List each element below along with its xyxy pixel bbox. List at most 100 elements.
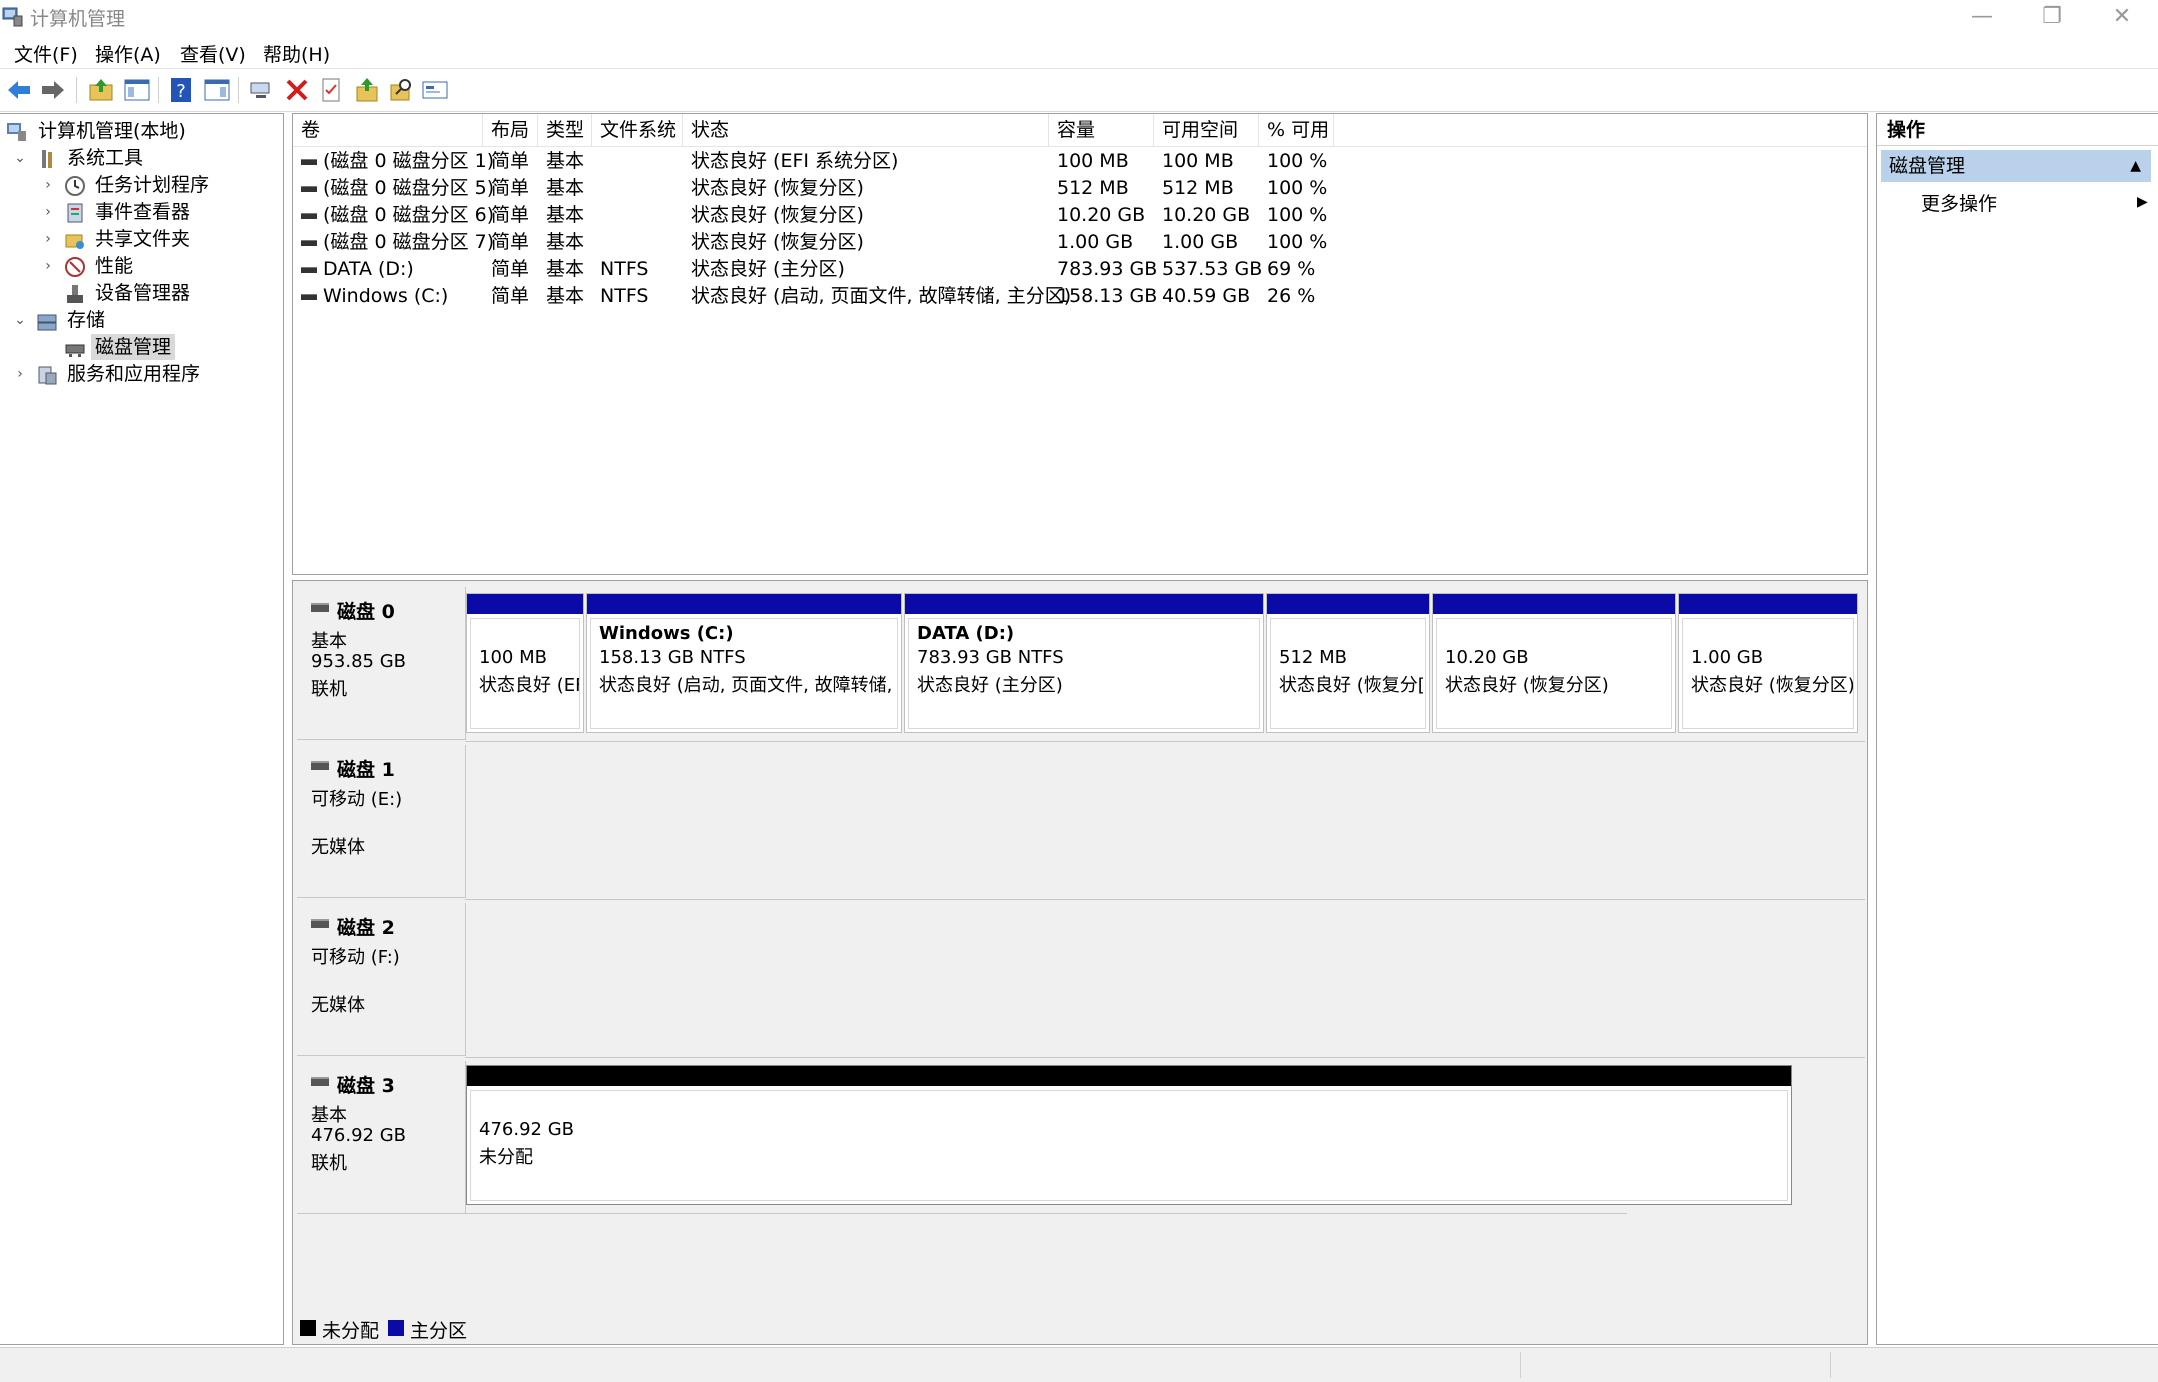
disk-label-1[interactable]: 磁盘 1 可移动 (E:) 无媒体 <box>297 745 466 898</box>
volume-row[interactable]: (磁盘 0 磁盘分区 5) 简单 基本 状态良好 (恢复分区) 512 MB 512 MB… <box>293 175 1867 202</box>
volume-cell: 简单 <box>491 231 530 253</box>
primary-partition-bar <box>587 594 901 614</box>
delete-icon[interactable] <box>282 75 312 105</box>
menu-file[interactable]: 文件(F) <box>14 40 78 67</box>
column-header-capacity[interactable]: 容量 <box>1049 114 1154 146</box>
connect-icon[interactable] <box>246 75 276 105</box>
volume-row[interactable]: (磁盘 0 磁盘分区 6) 简单 基本 状态良好 (恢复分区) 10.20 GB 10.2… <box>293 202 1867 229</box>
volume-cell: 基本 <box>546 150 585 172</box>
column-header-layout[interactable]: 布局 <box>483 114 538 146</box>
volume-list: 卷 布局 类型 文件系统 状态 容量 可用空间 % 可用 (磁盘 0 磁盘分区 … <box>292 113 1868 575</box>
up-folder-icon[interactable] <box>86 75 116 105</box>
partition-unallocated[interactable]: 476.92 GB 未分配 <box>466 1065 1792 1205</box>
storage-icon <box>37 314 57 331</box>
volume-cell: (磁盘 0 磁盘分区 7) <box>323 231 495 253</box>
volume-cell: 158.13 GB <box>1057 285 1158 307</box>
volume-cell: (磁盘 0 磁盘分区 5) <box>323 177 495 199</box>
volume-cell: 40.59 GB <box>1162 285 1251 307</box>
volume-row[interactable]: (磁盘 0 磁盘分区 7) 简单 基本 状态良好 (恢复分区) 1.00 GB 1.00 … <box>293 229 1867 256</box>
menu-bar: 文件(F) 操作(A) 查看(V) 帮助(H) <box>0 34 2158 69</box>
chevron-down-icon[interactable]: ⌄ <box>12 145 28 171</box>
primary-partition-bar <box>905 594 1263 614</box>
volume-cell: 100 % <box>1267 204 1328 226</box>
help-icon[interactable]: ? <box>166 75 196 105</box>
chevron-right-icon[interactable]: › <box>40 226 56 252</box>
export-icon[interactable] <box>352 75 382 105</box>
partition-recovery-6[interactable]: 10.20 GB 状态良好 (恢复分区) <box>1432 593 1676 733</box>
partition-windows-c[interactable]: Windows (C:) 158.13 GB NTFS 状态良好 (启动, 页面… <box>586 593 902 733</box>
menu-view[interactable]: 查看(V) <box>180 40 246 67</box>
volume-cell: 512 MB <box>1162 177 1234 199</box>
volume-cell: 783.93 GB <box>1057 258 1158 280</box>
search-icon[interactable] <box>386 75 416 105</box>
properties-icon[interactable] <box>316 75 346 105</box>
column-header-free-space[interactable]: 可用空间 <box>1154 114 1259 146</box>
legend-unallocated: 未分配 <box>322 1320 380 1342</box>
chevron-right-icon[interactable]: › <box>40 253 56 279</box>
submenu-arrow-icon[interactable]: ▶ <box>2137 194 2148 210</box>
forward-arrow-icon[interactable] <box>38 75 68 105</box>
partition-recovery-7[interactable]: 1.00 GB 状态良好 (恢复分区) <box>1678 593 1858 733</box>
column-header-percent-free[interactable]: % 可用 <box>1259 114 1334 146</box>
partition-data-d[interactable]: DATA (D:) 783.93 GB NTFS 状态良好 (主分区) <box>904 593 1264 733</box>
chevron-down-icon[interactable]: ⌄ <box>12 307 28 333</box>
volume-icon <box>301 294 317 300</box>
column-header-status[interactable]: 状态 <box>683 114 1049 146</box>
volume-row[interactable]: (磁盘 0 磁盘分区 1) 简单 基本 状态良好 (EFI 系统分区) 100 MB 10… <box>293 148 1867 175</box>
volume-cell: 状态良好 (EFI 系统分区) <box>691 150 899 172</box>
volume-cell: 状态良好 (主分区) <box>691 258 845 280</box>
disk-label-2[interactable]: 磁盘 2 可移动 (F:) 无媒体 <box>297 903 466 1056</box>
disk-icon <box>311 761 329 770</box>
column-header-filesystem[interactable]: 文件系统 <box>592 114 683 146</box>
primary-swatch <box>388 1320 404 1336</box>
disk-icon <box>311 919 329 928</box>
volume-cell: 100 % <box>1267 177 1328 199</box>
column-header-type[interactable]: 类型 <box>538 114 592 146</box>
volume-cell: 基本 <box>546 177 585 199</box>
volume-cell: NTFS <box>600 258 649 280</box>
disk-management-icon <box>65 344 85 357</box>
chevron-right-icon[interactable]: › <box>40 199 56 225</box>
show-hide-console-tree-icon[interactable] <box>122 75 152 105</box>
volume-cell: (磁盘 0 磁盘分区 1) <box>323 150 495 172</box>
show-hide-action-pane-icon[interactable] <box>202 75 232 105</box>
column-header-volume[interactable]: 卷 <box>293 114 483 146</box>
action-more-actions[interactable]: 更多操作 <box>1921 190 1997 218</box>
volume-row[interactable]: DATA (D:) 简单 基本 NTFS 状态良好 (主分区) 783.93 GB 537.… <box>293 256 1867 283</box>
volume-icon <box>301 159 317 165</box>
back-arrow-icon[interactable] <box>4 75 34 105</box>
action-section-disk-management[interactable]: 磁盘管理 ▲ <box>1881 150 2151 182</box>
partition-efi[interactable]: 100 MB 状态良好 (EF <box>466 593 584 733</box>
menu-action[interactable]: 操作(A) <box>95 40 161 67</box>
services-icon <box>38 366 57 385</box>
unallocated-swatch <box>300 1320 316 1336</box>
chevron-right-icon[interactable]: › <box>12 361 28 387</box>
volume-cell: 537.53 GB <box>1162 258 1263 280</box>
volume-icon <box>301 240 317 246</box>
volume-icon <box>301 186 317 192</box>
volume-cell: 状态良好 (恢复分区) <box>691 231 864 253</box>
minimize-button[interactable]: — <box>1948 0 2016 34</box>
disk-label-0[interactable]: 磁盘 0 基本 953.85 GB 联机 <box>297 587 466 740</box>
volume-cell: 10.20 GB <box>1162 204 1251 226</box>
shared-folder-icon <box>65 234 84 249</box>
collapse-up-icon[interactable]: ▲ <box>2130 150 2141 182</box>
status-bar <box>0 1347 2158 1382</box>
volume-cell: 基本 <box>546 231 585 253</box>
volume-row[interactable]: Windows (C:) 简单 基本 NTFS 状态良好 (启动, 页面文件, 故障转储… <box>293 283 1867 310</box>
chevron-right-icon[interactable]: › <box>40 172 56 198</box>
volume-icon <box>301 213 317 219</box>
close-button[interactable]: ✕ <box>2088 0 2156 34</box>
volume-cell: 简单 <box>491 204 530 226</box>
toolbar: ? <box>0 69 2158 112</box>
restore-button[interactable]: ❐ <box>2018 0 2086 34</box>
disk-label-3[interactable]: 磁盘 3 基本 476.92 GB 联机 <box>297 1061 466 1214</box>
volume-cell: 简单 <box>491 150 530 172</box>
menu-help[interactable]: 帮助(H) <box>263 40 330 67</box>
partition-recovery-5[interactable]: 512 MB 状态良好 (恢复分[ <box>1266 593 1430 733</box>
disk-graphical-view: 磁盘 0 基本 953.85 GB 联机 100 MB 状态良好 (EF Win… <box>292 580 1868 1345</box>
legend-primary: 主分区 <box>410 1320 468 1342</box>
action-pane: 操作 磁盘管理 ▲ 更多操作 ▶ <box>1876 113 2158 1345</box>
volume-cell: (磁盘 0 磁盘分区 6) <box>323 204 495 226</box>
settings-icon[interactable] <box>420 75 450 105</box>
